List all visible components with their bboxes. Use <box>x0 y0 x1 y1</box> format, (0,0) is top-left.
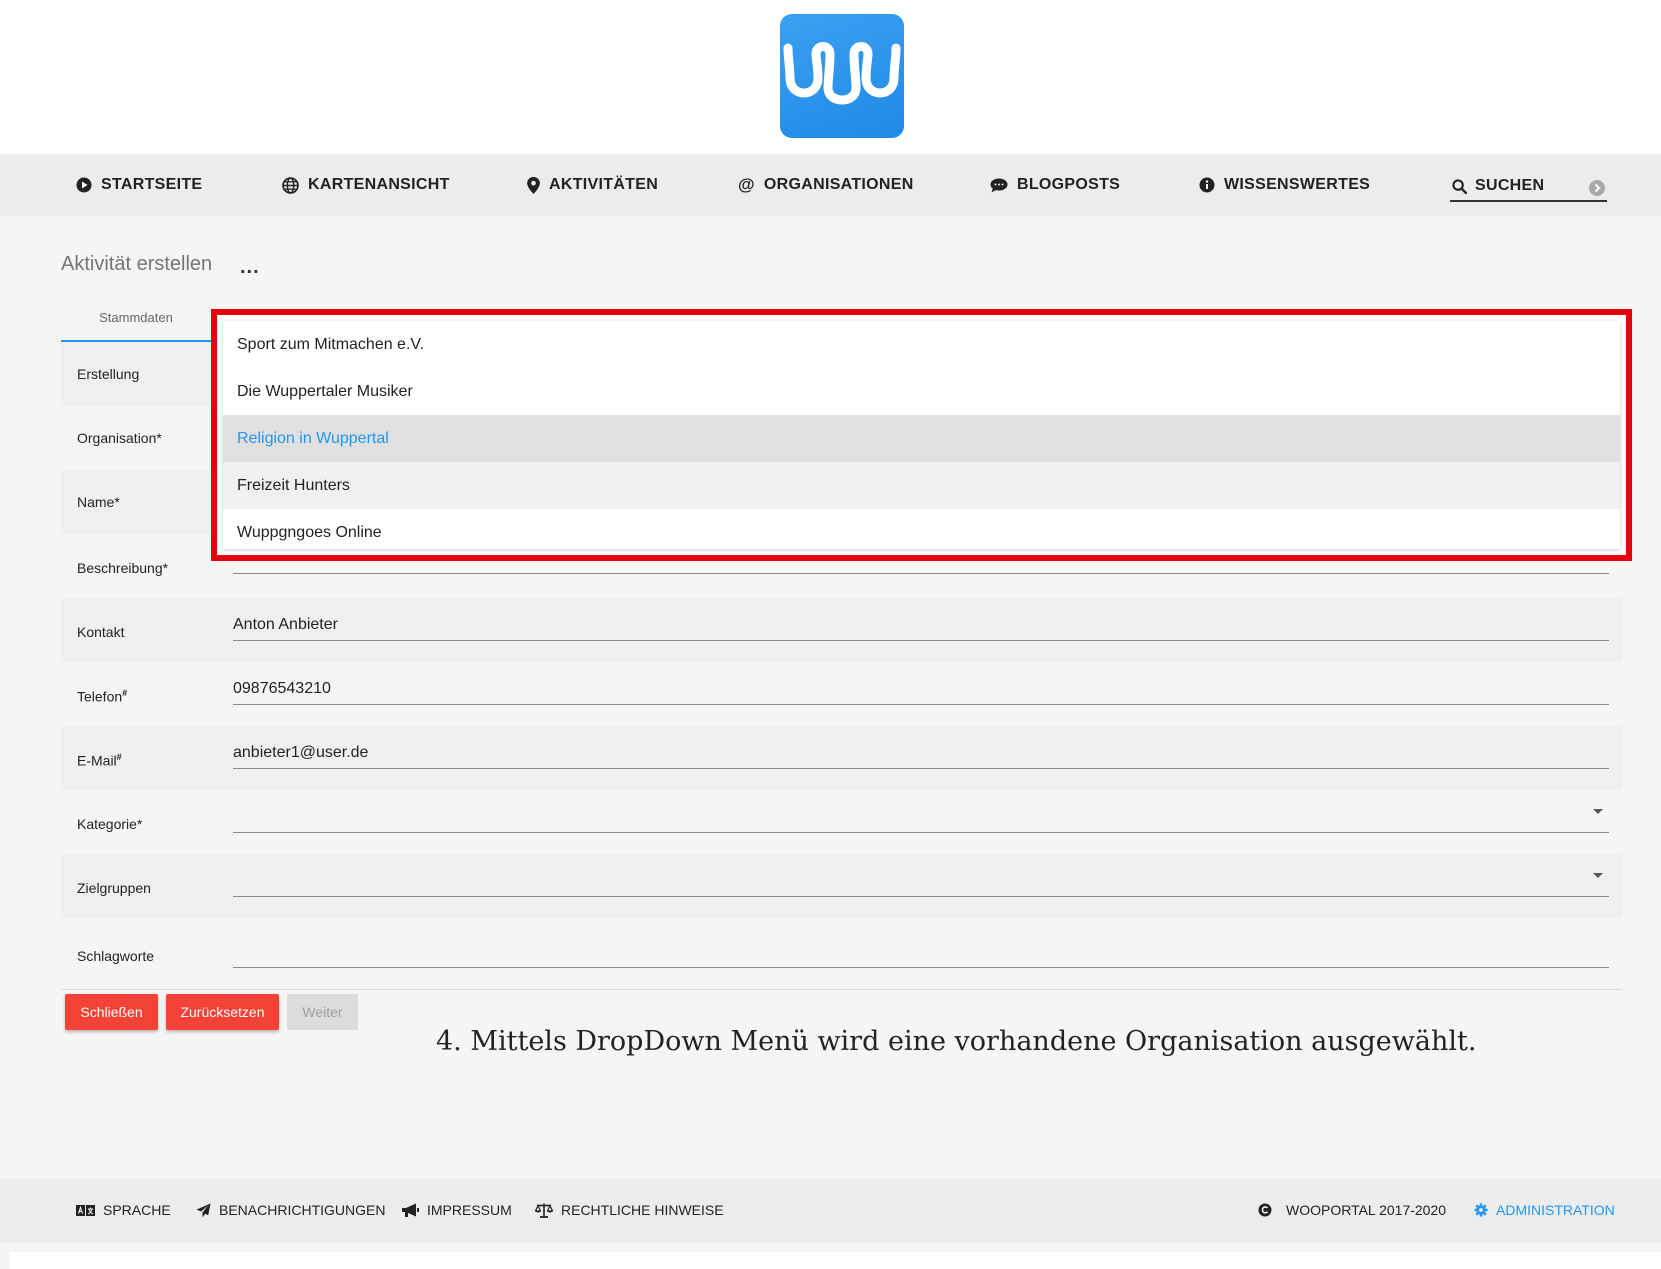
nav-label: BLOGPOSTS <box>1017 176 1121 193</box>
footer-label: BENACHRICHTIGUNGEN <box>219 1202 386 1218</box>
paper-plane-icon <box>196 1202 211 1218</box>
footer-label: RECHTLICHE HINWEISE <box>561 1202 724 1218</box>
info-circle-icon <box>1199 177 1215 193</box>
play-circle-icon <box>76 177 92 193</box>
nav-label: WISSENSWERTES <box>1224 176 1371 193</box>
form-row-zielgruppen: Zielgruppen <box>61 854 1622 918</box>
dropdown-option[interactable]: Freizeit Hunters <box>223 462 1620 509</box>
dropdown-arrow-icon <box>1593 873 1603 878</box>
dropdown-option[interactable]: Die Wuppertaler Musiker <box>223 368 1620 415</box>
chevron-right-icon <box>1594 183 1601 193</box>
dropdown-arrow-icon <box>1593 809 1603 814</box>
page-bottom-strip <box>10 1252 1661 1269</box>
logo-wave-icon <box>783 42 901 105</box>
tab-stammdaten[interactable]: Stammdaten <box>61 306 211 342</box>
footer-label: SPRACHE <box>103 1202 171 1218</box>
next-button[interactable]: Weiter <box>287 994 358 1030</box>
nav-item-startseite[interactable]: STARTSEITE <box>76 154 202 216</box>
megaphone-icon <box>402 1203 419 1217</box>
dropdown-option-selected[interactable]: Religion in Wuppertal <box>223 415 1620 462</box>
map-marker-icon <box>527 176 540 194</box>
search-input[interactable]: SUCHEN <box>1450 172 1607 202</box>
balance-scale-icon <box>535 1203 553 1218</box>
footer-legal-link[interactable]: RECHTLICHE HINWEISE <box>535 1178 724 1242</box>
globe-icon <box>282 176 299 194</box>
field-label: Schlagworte <box>77 948 155 964</box>
zielgruppen-select[interactable] <box>233 857 1609 897</box>
copyright-icon <box>1258 1203 1272 1217</box>
form-row-kontakt: Kontakt Anton Anbieter <box>61 598 1622 662</box>
search-icon <box>1452 178 1467 194</box>
email-field[interactable]: anbieter1@user.de <box>233 729 1609 769</box>
kontakt-value: Anton Anbieter <box>233 616 338 633</box>
nav-item-wissenswertes[interactable]: WISSENSWERTES <box>1199 154 1370 216</box>
nav-label: ORGANISATIONEN <box>763 176 914 193</box>
field-label: E-Mail# <box>77 752 122 769</box>
footer-admin-link[interactable]: ADMINISTRATION <box>1474 1178 1615 1242</box>
search-submit-icon[interactable] <box>1589 180 1605 196</box>
footer: SPRACHE BENACHRICHTIGUNGEN IMPRESSUM REC… <box>0 1178 1661 1242</box>
gear-icon <box>1474 1203 1488 1217</box>
field-label: Name* <box>77 494 120 510</box>
nav-item-blogposts[interactable]: BLOGPOSTS <box>990 154 1120 216</box>
telefon-value: 09876543210 <box>233 680 331 697</box>
form-row-telefon: Telefon# 09876543210 <box>61 662 1622 726</box>
field-label: Telefon# <box>77 688 128 705</box>
page-title: Aktivität erstellen <box>61 253 213 275</box>
field-label: Organisation* <box>77 430 162 446</box>
form-row-kategorie: Kategorie* <box>61 790 1622 854</box>
footer-label: ADMINISTRATION <box>1496 1202 1615 1218</box>
footer-language-link[interactable]: SPRACHE <box>76 1178 171 1242</box>
language-icon <box>76 1204 95 1216</box>
nav-item-organisationen[interactable]: @ ORGANISATIONEN <box>738 154 914 216</box>
dropdown-option[interactable]: Sport zum Mitmachen e.V. <box>223 321 1620 368</box>
footer-label: IMPRESSUM <box>427 1202 512 1218</box>
nav-label: AKTIVITÄTEN <box>549 176 659 193</box>
organisation-dropdown-menu: Sport zum Mitmachen e.V. Die Wuppertaler… <box>223 321 1620 549</box>
email-value: anbieter1@user.de <box>233 744 369 761</box>
nav-label: STARTSEITE <box>101 176 203 193</box>
footer-notifications-link[interactable]: BENACHRICHTIGUNGEN <box>196 1178 385 1242</box>
kategorie-select[interactable] <box>233 793 1609 833</box>
nav-label: KARTENANSICHT <box>308 176 450 193</box>
at-icon: @ <box>738 175 755 194</box>
kontakt-field[interactable]: Anton Anbieter <box>233 601 1609 641</box>
field-label: Kontakt <box>77 624 125 640</box>
footer-copyright: WOOPORTAL 2017-2020 <box>1258 1178 1446 1242</box>
field-label: Zielgruppen <box>77 880 151 896</box>
divider <box>61 989 1622 990</box>
nav-item-kartenansicht[interactable]: KARTENANSICHT <box>282 154 450 216</box>
footer-imprint-link[interactable]: IMPRESSUM <box>402 1178 512 1242</box>
field-label: Beschreibung* <box>77 560 169 576</box>
copyright-text: WOOPORTAL 2017-2020 <box>1286 1202 1447 1218</box>
field-label: Kategorie* <box>77 816 143 832</box>
instruction-caption: 4. Mittels DropDown Menü wird eine vorha… <box>436 1026 1477 1057</box>
dropdown-option[interactable]: Wuppgngoes Online <box>223 509 1620 556</box>
telefon-field[interactable]: 09876543210 <box>233 665 1609 705</box>
search-label: SUCHEN <box>1475 177 1545 194</box>
highlight-frame: Sport zum Mitmachen e.V. Die Wuppertaler… <box>211 309 1632 561</box>
form-row-email: E-Mail# anbieter1@user.de <box>61 726 1622 790</box>
reset-button[interactable]: Zurücksetzen <box>166 994 279 1030</box>
form-row-schlagworte: Schlagworte <box>61 918 1622 988</box>
main-navigation: STARTSEITE KARTENANSICHT AKTIVITÄTEN @ O… <box>0 154 1661 216</box>
wooportal-logo[interactable] <box>780 14 904 138</box>
close-button[interactable]: Schließen <box>65 994 158 1030</box>
nav-item-aktivitaeten[interactable]: AKTIVITÄTEN <box>527 154 658 216</box>
header <box>0 0 1661 154</box>
schlagworte-field[interactable] <box>233 928 1609 968</box>
comment-icon <box>990 178 1008 192</box>
more-options-button[interactable]: ... <box>240 256 260 279</box>
field-label: Erstellung <box>77 366 140 382</box>
